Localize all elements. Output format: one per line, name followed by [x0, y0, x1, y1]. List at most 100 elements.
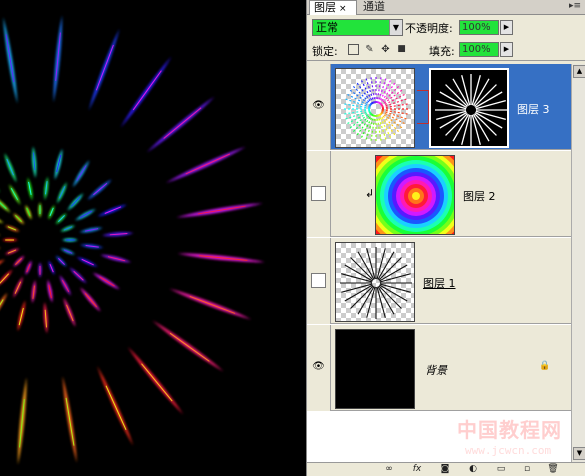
background-thumbnail[interactable]	[335, 329, 415, 409]
checker-cell	[411, 288, 414, 293]
petal-mark	[79, 244, 104, 249]
blend-mode-select[interactable]: 正常 ▼	[312, 19, 403, 36]
checker-cell	[396, 243, 401, 248]
checker-cell	[376, 129, 381, 134]
checker-cell	[376, 248, 381, 253]
checker-cell	[411, 318, 414, 321]
background-layer-name[interactable]: 背景	[425, 362, 447, 378]
opacity-slider-arrow-icon[interactable]: ▶	[500, 20, 513, 35]
checker-cell	[386, 243, 391, 248]
tab-channels[interactable]: 通道	[359, 0, 395, 15]
starburst-lines-thumbnail	[336, 243, 414, 321]
layer2-name[interactable]: 图层 2	[463, 188, 496, 204]
checker-cell	[341, 109, 346, 114]
checker-cell	[406, 144, 411, 147]
checker-cell	[401, 318, 406, 321]
layer1-name[interactable]: 图层 1	[423, 275, 456, 291]
checker-cell	[356, 258, 361, 263]
checker-cell	[376, 84, 381, 89]
delete-layer-trash-icon[interactable]: 🗑	[547, 464, 559, 475]
checker-cell	[411, 273, 414, 278]
fill-slider-arrow-icon[interactable]: ▶	[500, 42, 513, 57]
eye-icon[interactable]: 👁	[311, 99, 326, 114]
add-mask-icon[interactable]: ◙	[439, 464, 451, 475]
panel-tabbar: 图层 × 通道 ▸≡	[307, 0, 585, 15]
petal-highlight	[0, 273, 10, 284]
tab-layers[interactable]: 图层 ×	[309, 0, 357, 15]
petal-mark	[88, 28, 120, 111]
petal-mark	[13, 276, 24, 299]
opacity-input[interactable]: 100%	[459, 20, 499, 35]
checker-cell	[411, 99, 414, 104]
checker-cell	[411, 89, 414, 94]
checker-cell	[336, 99, 341, 104]
petal-mark	[27, 177, 33, 201]
petal-mark	[4, 248, 20, 255]
petal-mark	[127, 346, 184, 415]
checker-cell	[341, 318, 346, 321]
layer-row-layer2[interactable]: ↲ 图层 2	[307, 151, 571, 237]
checker-cell	[336, 318, 341, 321]
checker-cell	[396, 278, 401, 283]
tab-channels-label: 通道	[363, 0, 385, 13]
layer3-mask-thumbnail[interactable]	[429, 68, 509, 148]
fill-input[interactable]: 100%	[459, 42, 499, 57]
visibility-toggle-empty[interactable]	[311, 186, 326, 201]
checker-cell	[336, 253, 341, 258]
layer-row-background[interactable]: 👁 背景 🔒	[307, 325, 571, 411]
layer3-name[interactable]: 图层 3	[517, 101, 550, 117]
petal-mark	[54, 148, 63, 180]
visibility-cell[interactable]	[307, 151, 331, 237]
layer-style-fx-icon[interactable]: fx	[411, 464, 423, 475]
document-canvas[interactable]	[0, 0, 306, 476]
link-layers-icon[interactable]: ∞	[383, 464, 395, 475]
visibility-cell[interactable]: 👁	[307, 64, 331, 150]
panel-menu-icon[interactable]: ▸≡	[569, 1, 581, 11]
checker-cell	[396, 298, 401, 303]
lock-all-icon[interactable]: ■	[396, 44, 407, 55]
new-layer-icon[interactable]: ▫	[521, 464, 533, 475]
petal-highlight	[84, 293, 97, 308]
layer3-thumbnail[interactable]	[335, 68, 415, 148]
layer-row-layer3[interactable]: 👁 图层 3	[307, 64, 571, 150]
chevron-down-icon[interactable]: ▼	[389, 20, 402, 35]
close-icon[interactable]: ×	[339, 4, 347, 14]
petal-mark	[0, 247, 1, 253]
new-group-folder-icon[interactable]: ▭	[495, 464, 507, 475]
checker-cell	[341, 248, 346, 253]
checker-cell	[396, 313, 401, 318]
lock-position-move-icon[interactable]: ✥	[380, 44, 391, 55]
lock-image-pixels-brush-icon[interactable]: ✎	[364, 44, 375, 55]
checker-cell	[341, 144, 346, 147]
checker-cell	[356, 318, 361, 321]
layer-mask-link-icon[interactable]	[417, 90, 429, 124]
checker-cell	[361, 139, 366, 144]
checker-cell	[346, 79, 351, 84]
layer-list-scrollbar[interactable]: ▲ ▼	[571, 64, 585, 462]
checker-cell	[396, 69, 401, 74]
adjustment-layer-icon[interactable]: ◐	[467, 464, 479, 475]
petal-mark	[48, 260, 55, 276]
visibility-cell[interactable]	[307, 238, 331, 324]
checker-cell	[336, 243, 341, 248]
petal-mark	[0, 259, 6, 272]
layer-row-layer1[interactable]: 图层 1	[307, 238, 571, 324]
checker-cell	[336, 89, 341, 94]
layer2-thumbnail[interactable]	[375, 155, 455, 235]
checker-cell	[386, 139, 391, 144]
visibility-cell[interactable]: 👁	[307, 325, 331, 411]
visibility-toggle-empty[interactable]	[311, 273, 326, 288]
checker-cell	[411, 283, 414, 288]
lock-transparent-pixels-icon[interactable]	[348, 44, 359, 55]
layer1-thumbnail[interactable]	[335, 242, 415, 322]
petal-highlight	[163, 107, 202, 139]
scroll-up-icon[interactable]: ▲	[573, 65, 585, 78]
checker-cell	[396, 104, 401, 109]
checker-cell	[336, 258, 341, 263]
eye-icon[interactable]: 👁	[311, 360, 326, 375]
checker-cell	[351, 79, 356, 84]
checker-cell	[341, 94, 346, 99]
checker-cell	[366, 144, 371, 147]
checker-cell	[406, 278, 411, 283]
checker-cell	[351, 104, 356, 109]
